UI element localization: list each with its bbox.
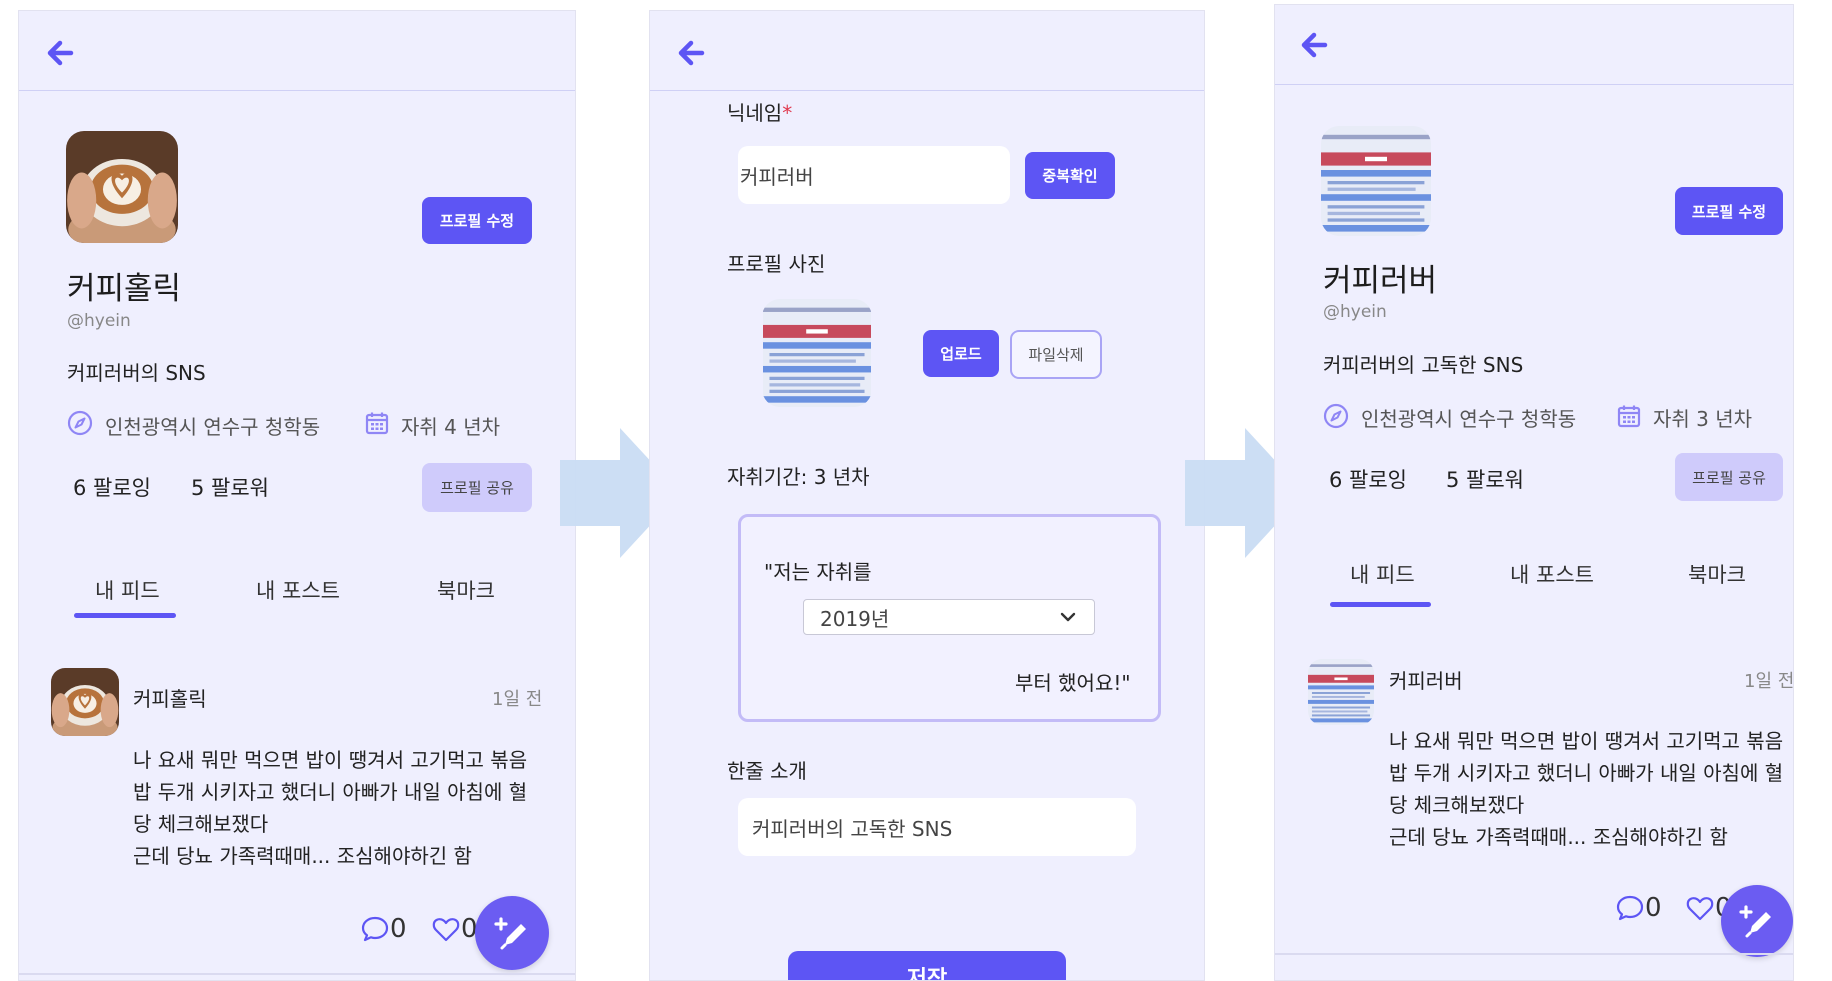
post-author-avatar bbox=[51, 668, 119, 736]
living-since-prefix: "저는 자취를 bbox=[764, 560, 872, 584]
write-post-button[interactable] bbox=[475, 896, 549, 970]
post-body: 나 요새 뭐만 먹으면 밥이 땡겨서 고기먹고 볶음 밥 두개 시키자고 했더니… bbox=[133, 744, 553, 872]
post-author: 커피러버 bbox=[1389, 669, 1463, 693]
top-bar bbox=[1275, 5, 1793, 85]
profile-name: 커피홀릭 bbox=[67, 271, 182, 307]
post-author-avatar bbox=[1308, 659, 1374, 725]
comment-icon bbox=[1615, 893, 1645, 923]
followers-count[interactable]: 5 팔로워 bbox=[191, 472, 269, 502]
post-line: 밥 두개 시키자고 했더니 아빠가 내일 아침에 혈 bbox=[133, 780, 528, 804]
followers-count[interactable]: 5 팔로워 bbox=[1446, 464, 1524, 494]
share-profile-button[interactable]: 프로필 공유 bbox=[1675, 453, 1783, 501]
post-time: 1일 전 bbox=[492, 689, 543, 710]
nickname-field[interactable]: 커피러버 bbox=[738, 146, 1010, 204]
intro-label: 한줄 소개 bbox=[727, 759, 807, 783]
living-period-text: 자취 4 년차 bbox=[401, 415, 501, 439]
chevron-down-icon bbox=[1060, 612, 1076, 622]
living-period-text: 자취 3 년차 bbox=[1653, 407, 1753, 431]
intro-field[interactable]: 커피러버의 고독한 SNS bbox=[738, 798, 1136, 856]
save-button[interactable]: 저장 bbox=[788, 951, 1066, 980]
living-period-label: 자취기간: 3 년차 bbox=[727, 465, 870, 489]
tab-my-posts[interactable]: 내 포스트 bbox=[1510, 559, 1594, 589]
calendar-icon bbox=[364, 410, 390, 436]
profile-screen-before: 프로필 수정 커피홀릭 @hyein 커피러버의 SNS 인천광역시 연수구 청… bbox=[18, 10, 576, 981]
living-since-suffix: 부터 했어요!" bbox=[1015, 671, 1131, 695]
profile-handle: @hyein bbox=[67, 311, 131, 331]
post-line: 당 체크해보쟀다 bbox=[1389, 793, 1525, 817]
upload-button[interactable]: 업로드 bbox=[923, 330, 999, 377]
comment-count: 0 bbox=[1645, 893, 1662, 923]
compass-icon bbox=[67, 410, 93, 436]
edit-pen-icon bbox=[1735, 899, 1779, 943]
profile-edit-screen: 닉네임* 커피러버 중복확인 프로필 사진 업로드 파일삭제 자취기간: 3 년… bbox=[649, 10, 1205, 981]
post-body: 나 요새 뭐만 먹으면 밥이 땡겨서 고기먹고 볶음 밥 두개 시키자고 했더니… bbox=[1389, 725, 1789, 853]
comment-button[interactable]: 0 bbox=[1615, 893, 1662, 923]
tab-my-feed[interactable]: 내 피드 bbox=[1350, 559, 1415, 589]
required-mark: * bbox=[782, 101, 793, 125]
avatar bbox=[1321, 126, 1431, 236]
write-post-button[interactable] bbox=[1721, 885, 1793, 957]
top-bar bbox=[650, 11, 1204, 91]
comment-icon bbox=[360, 914, 390, 944]
profile-bio: 커피러버의 SNS bbox=[67, 361, 206, 385]
post-line: 당 체크해보쟀다 bbox=[133, 812, 269, 836]
edit-pen-icon bbox=[490, 911, 534, 955]
back-arrow-icon[interactable] bbox=[672, 33, 712, 73]
post-line: 나 요새 뭐만 먹으면 밥이 땡겨서 고기먹고 볶음 bbox=[1389, 729, 1784, 753]
heart-icon bbox=[431, 914, 461, 944]
tab-my-feed[interactable]: 내 피드 bbox=[95, 575, 160, 605]
edit-profile-button[interactable]: 프로필 수정 bbox=[1675, 187, 1783, 235]
top-bar bbox=[19, 11, 575, 91]
back-arrow-icon[interactable] bbox=[1295, 25, 1335, 65]
nickname-label-text: 닉네임 bbox=[727, 101, 783, 125]
heart-icon bbox=[1685, 893, 1715, 923]
post-line: 근데 당뇨 가족력때매... 조심해야하긴 함 bbox=[1389, 825, 1728, 849]
back-arrow-icon[interactable] bbox=[41, 33, 81, 73]
post-line: 나 요새 뭐만 먹으면 밥이 땡겨서 고기먹고 볶음 bbox=[133, 748, 528, 772]
post-author: 커피홀릭 bbox=[133, 687, 207, 711]
duplicate-check-button[interactable]: 중복확인 bbox=[1025, 152, 1115, 199]
active-tab-indicator bbox=[74, 613, 176, 618]
year-selected-value: 2019년 bbox=[820, 606, 890, 631]
post-divider bbox=[1275, 953, 1793, 955]
year-select[interactable]: 2019년 bbox=[803, 599, 1095, 635]
post-line: 밥 두개 시키자고 했더니 아빠가 내일 아침에 혈 bbox=[1389, 761, 1784, 785]
profile-bio: 커피러버의 고독한 SNS bbox=[1323, 353, 1524, 377]
location-text: 인천광역시 연수구 청학동 bbox=[105, 415, 321, 439]
comment-count: 0 bbox=[390, 914, 407, 944]
edit-profile-button[interactable]: 프로필 수정 bbox=[422, 197, 532, 244]
post-divider bbox=[19, 973, 575, 975]
profile-screen-after: 프로필 수정 커피러버 @hyein 커피러버의 고독한 SNS 인천광역시 연… bbox=[1274, 4, 1794, 981]
nickname-label: 닉네임* bbox=[727, 97, 792, 126]
profile-name: 커피러버 bbox=[1323, 263, 1438, 299]
post-line: 근데 당뇨 가족력때매... 조심해야하긴 함 bbox=[133, 844, 472, 868]
avatar bbox=[66, 131, 178, 243]
post-time: 1일 전 bbox=[1744, 671, 1794, 692]
tab-bookmarks[interactable]: 북마크 bbox=[1688, 559, 1746, 589]
share-profile-button[interactable]: 프로필 공유 bbox=[422, 463, 532, 512]
following-count[interactable]: 6 팔로잉 bbox=[73, 472, 151, 502]
profile-photo-preview bbox=[762, 299, 872, 407]
profile-photo-label: 프로필 사진 bbox=[727, 252, 826, 276]
active-tab-indicator bbox=[1330, 602, 1431, 607]
location-text: 인천광역시 연수구 청학동 bbox=[1361, 407, 1577, 431]
tab-my-posts[interactable]: 내 포스트 bbox=[256, 575, 340, 605]
following-count[interactable]: 6 팔로잉 bbox=[1329, 464, 1407, 494]
calendar-icon bbox=[1616, 403, 1642, 429]
like-button[interactable]: 0 bbox=[431, 914, 478, 944]
tab-bookmarks[interactable]: 북마크 bbox=[437, 575, 495, 605]
compass-icon bbox=[1323, 403, 1349, 429]
comment-button[interactable]: 0 bbox=[360, 914, 407, 944]
profile-handle: @hyein bbox=[1323, 302, 1387, 322]
delete-file-button[interactable]: 파일삭제 bbox=[1010, 330, 1102, 379]
